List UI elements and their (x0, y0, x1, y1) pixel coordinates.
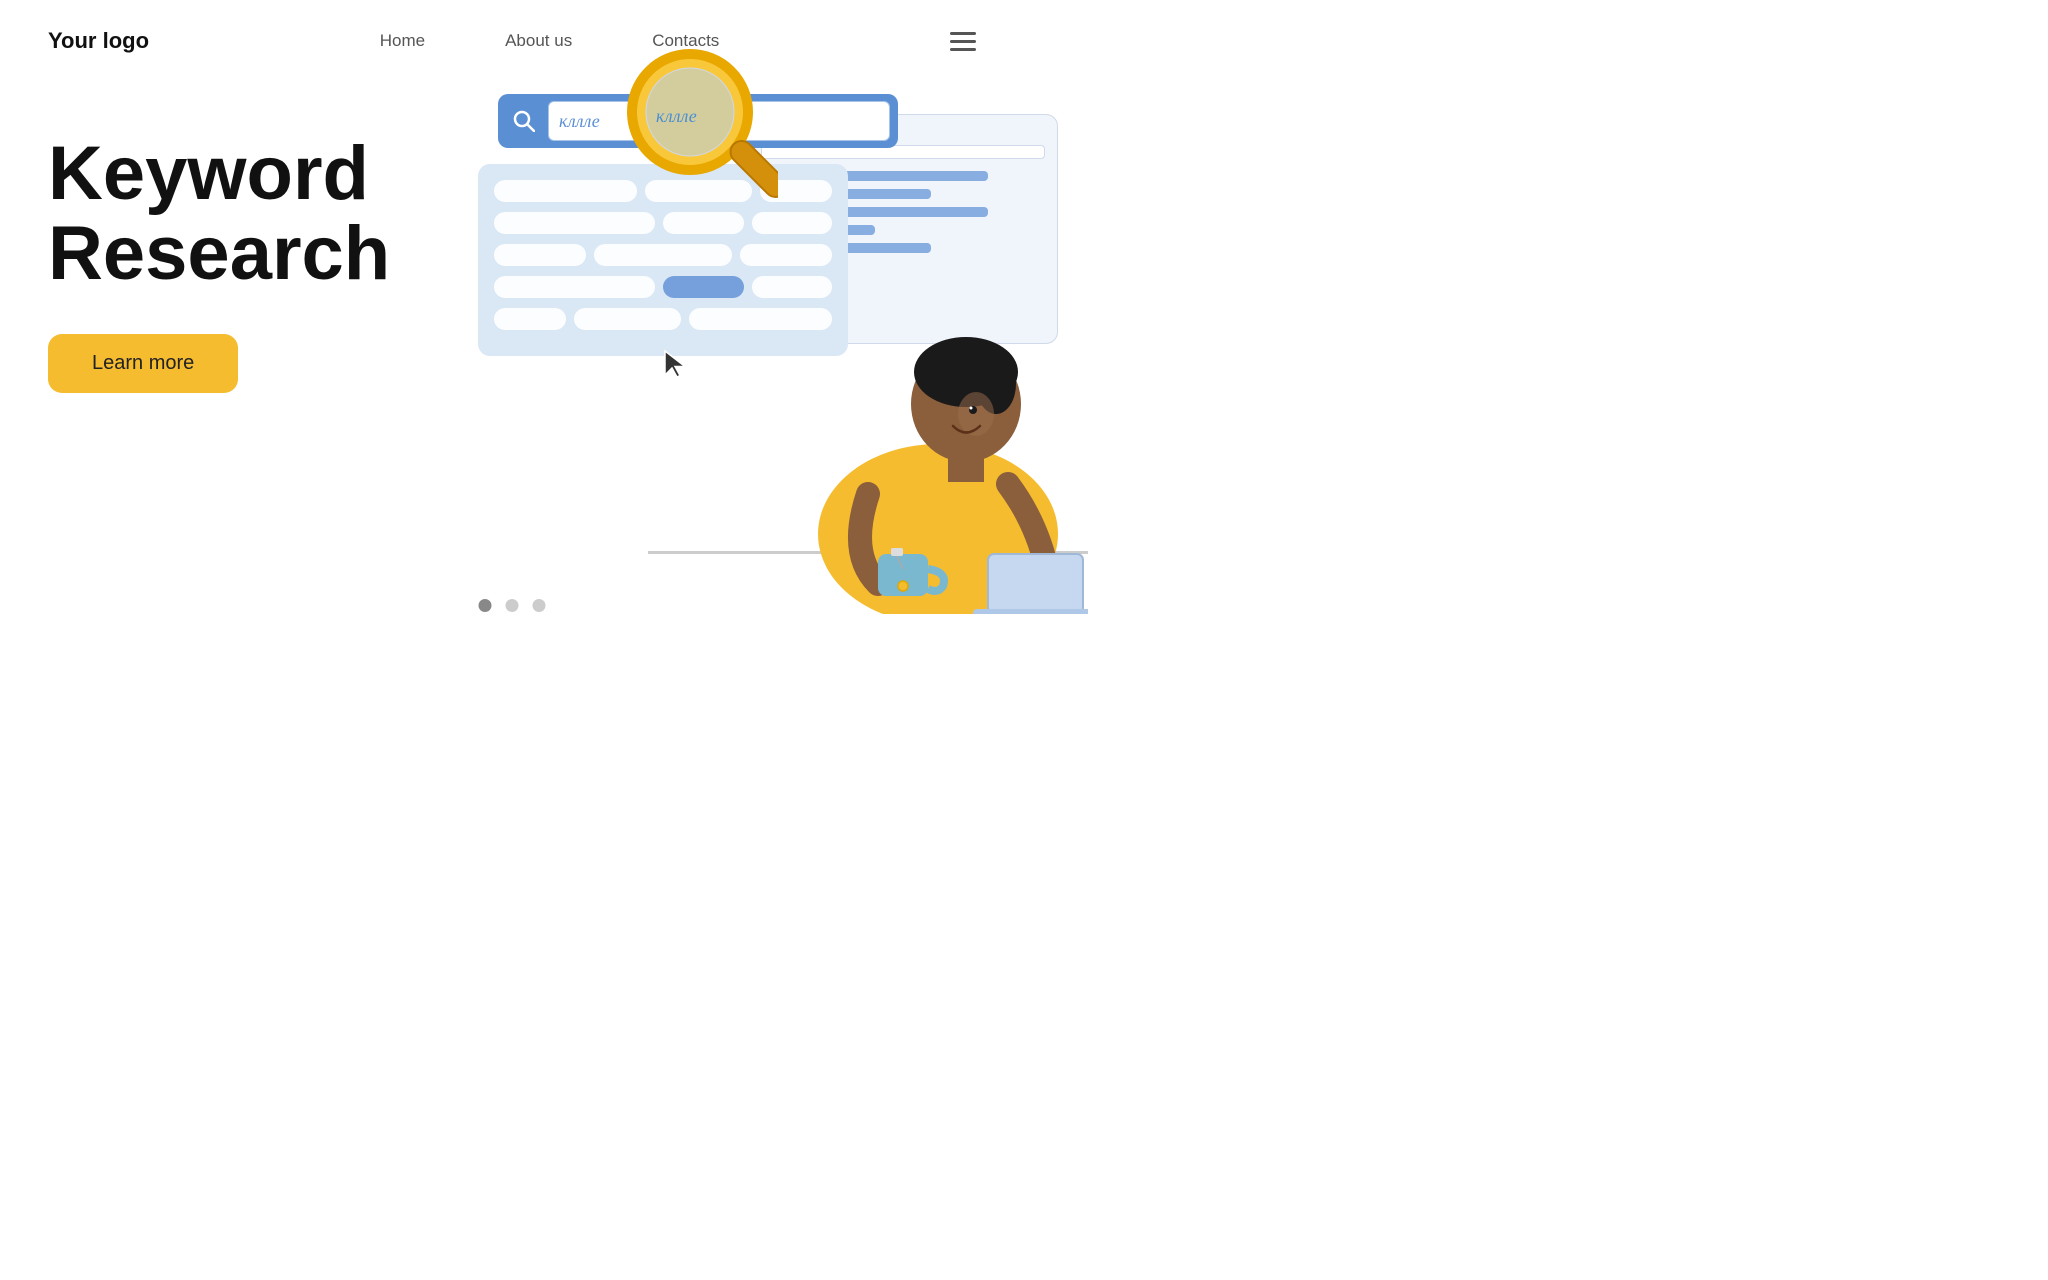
cursor-icon (663, 349, 691, 388)
hero-section: Keyword Research Learn more кллле (0, 54, 1024, 614)
result-pill (494, 244, 586, 266)
result-row-5 (494, 308, 832, 330)
pagination-dots (479, 599, 546, 612)
svg-text:кллле: кллле (656, 106, 697, 126)
hamburger-menu[interactable] (950, 32, 976, 51)
result-pill (594, 244, 732, 266)
result-row-4 (494, 276, 832, 298)
hero-left: Keyword Research Learn more (48, 74, 428, 393)
logo: Your logo (48, 28, 149, 54)
navbar: Your logo Home About us Contacts (0, 0, 1024, 54)
result-pill (494, 308, 566, 330)
search-icon (506, 103, 542, 139)
person-illustration (788, 214, 1088, 614)
result-pill (494, 276, 655, 298)
result-pill (574, 308, 681, 330)
hamburger-line-3 (950, 48, 976, 51)
pagination-dot-2[interactable] (506, 599, 519, 612)
nav-about[interactable]: About us (505, 31, 572, 51)
hero-illustration: кллле (428, 74, 976, 614)
result-pill (494, 180, 637, 202)
hamburger-line-1 (950, 32, 976, 35)
hamburger-line-2 (950, 40, 976, 43)
pagination-dot-3[interactable] (533, 599, 546, 612)
result-pill-blue (663, 276, 744, 298)
nav-home[interactable]: Home (380, 31, 425, 51)
hero-title: Keyword Research (48, 134, 428, 294)
illustration-container: кллле (448, 64, 1068, 584)
magnifier-icon: кллле (618, 44, 778, 224)
learn-more-button[interactable]: Learn more (48, 334, 238, 393)
pagination-dot-1[interactable] (479, 599, 492, 612)
search-squiggly-text: кллле (559, 111, 600, 132)
result-row-3 (494, 244, 832, 266)
